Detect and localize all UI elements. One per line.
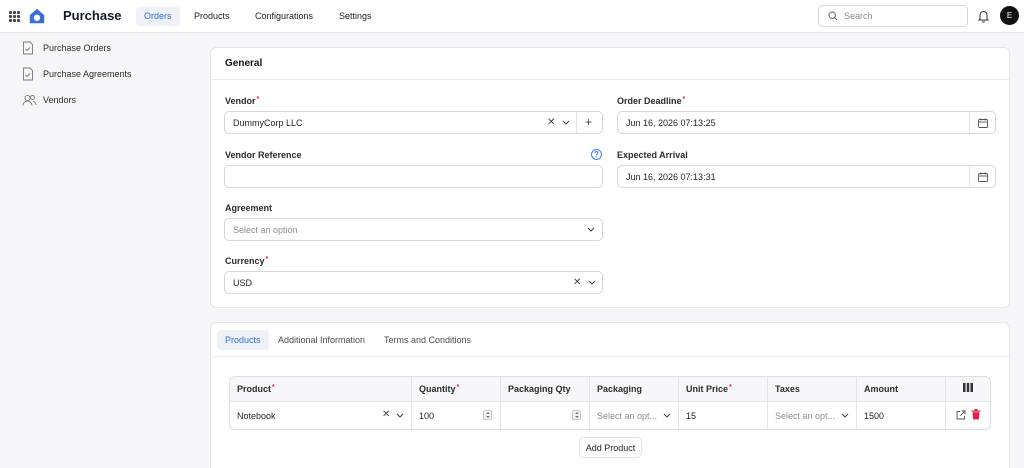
search-box: [818, 5, 968, 27]
column-header-packaging-qty: Packaging Qty: [501, 377, 590, 402]
sidebar-item-label: Purchase Orders: [43, 43, 112, 53]
clear-icon[interactable]: ✕: [382, 409, 390, 420]
agreement-label: Agreement: [225, 203, 273, 213]
agreement-placeholder: Select an option: [233, 225, 298, 235]
nav-configurations[interactable]: Configurations: [247, 7, 321, 26]
cell-quantity[interactable]: 100: [412, 402, 501, 429]
chevron-down-icon[interactable]: [588, 280, 596, 285]
document-icon: [23, 41, 33, 55]
column-header-packaging: Packaging: [590, 377, 679, 402]
help-icon[interactable]: ?: [591, 149, 602, 160]
cell-taxes[interactable]: Select an opt...: [768, 402, 857, 429]
cell-packaging-qty[interactable]: [501, 402, 590, 429]
expected-arrival-value: Jun 16, 2026 07:13:31: [626, 172, 716, 182]
vendor-select[interactable]: DummyCorp LLC ✕ +: [224, 111, 603, 134]
divider: [969, 112, 970, 133]
tab-terms-and-conditions[interactable]: Terms and Conditions: [376, 330, 479, 350]
currency-label: Currency*: [225, 256, 269, 266]
chevron-down-icon[interactable]: [396, 413, 404, 418]
cell-unit-price[interactable]: 15: [679, 402, 768, 429]
cell-packaging[interactable]: Select an opt...: [590, 402, 679, 429]
product-value: Notebook: [237, 411, 276, 421]
vendor-value: DummyCorp LLC: [233, 118, 303, 128]
general-title: General: [225, 58, 263, 69]
chevron-down-icon[interactable]: [663, 413, 671, 418]
search-input[interactable]: [844, 9, 962, 23]
tab-products[interactable]: Products: [217, 330, 269, 350]
currency-select[interactable]: USD ✕: [224, 271, 603, 294]
agreement-select[interactable]: Select an option: [224, 218, 603, 241]
add-vendor-icon[interactable]: +: [585, 115, 592, 129]
nav-products[interactable]: Products: [186, 7, 238, 26]
clear-icon[interactable]: ✕: [547, 117, 555, 128]
column-header-taxes: Taxes: [768, 377, 857, 402]
expected-arrival-label: Expected Arrival: [617, 150, 688, 160]
sidebar-item-label: Purchase Agreements: [43, 69, 132, 79]
document-icon: [23, 67, 33, 81]
packaging-placeholder: Select an opt...: [597, 411, 658, 421]
order-deadline-label: Order Deadline*: [617, 96, 686, 106]
packaging-qty-stepper[interactable]: [572, 410, 581, 420]
column-header-quantity: Quantity*: [412, 377, 501, 402]
chevron-down-icon[interactable]: [562, 120, 570, 125]
currency-value: USD: [233, 278, 253, 288]
nav-settings[interactable]: Settings: [331, 7, 380, 26]
products-table: Product* Quantity* Packaging Qty Packagi…: [229, 376, 991, 430]
tab-additional-information[interactable]: Additional Information: [270, 330, 373, 350]
search-icon: [828, 11, 838, 21]
column-header-unit-price: Unit Price*: [679, 377, 768, 402]
sidebar-item-label: Vendors: [43, 95, 77, 105]
calendar-icon[interactable]: [978, 172, 988, 182]
amount-value: 1500: [864, 411, 885, 421]
users-icon: [22, 94, 37, 106]
vendor-label: Vendor*: [225, 96, 260, 106]
apps-grid-icon[interactable]: [9, 11, 20, 22]
divider: [576, 112, 577, 133]
delete-icon[interactable]: [971, 409, 981, 420]
open-external-icon[interactable]: [956, 410, 966, 420]
column-header-amount: Amount: [857, 377, 946, 402]
divider: [969, 166, 970, 187]
chevron-down-icon[interactable]: [587, 227, 595, 232]
quantity-value: 100: [419, 411, 435, 421]
divider: [211, 356, 1009, 357]
user-avatar[interactable]: E: [1000, 6, 1019, 25]
order-deadline-value: Jun 16, 2026 07:13:25: [626, 118, 716, 128]
add-product-button[interactable]: Add Product: [579, 437, 642, 458]
cell-product[interactable]: Notebook ✕: [230, 402, 412, 429]
clear-icon[interactable]: ✕: [573, 277, 581, 288]
notification-bell-icon[interactable]: [977, 9, 990, 23]
column-header-product: Product*: [230, 377, 412, 402]
nav-orders[interactable]: Orders: [136, 7, 180, 26]
divider: [211, 79, 1009, 80]
column-settings-header: [946, 377, 990, 402]
vendor-reference-input[interactable]: [224, 165, 603, 188]
chevron-down-icon[interactable]: [841, 413, 849, 418]
cell-actions: [946, 402, 990, 429]
unit-price-value: 15: [686, 411, 697, 421]
taxes-placeholder: Select an opt...: [775, 411, 836, 421]
calendar-icon[interactable]: [978, 118, 988, 128]
app-logo-icon: [29, 8, 45, 24]
quantity-stepper[interactable]: [483, 410, 492, 420]
order-deadline-input[interactable]: Jun 16, 2026 07:13:25: [617, 111, 996, 134]
cell-amount: 1500: [857, 402, 946, 429]
top-bar: Purchase Orders Products Configurations …: [0, 0, 1024, 33]
vendor-reference-label: Vendor Reference: [225, 150, 302, 160]
app-title: Purchase: [63, 8, 122, 23]
columns-icon[interactable]: [963, 383, 973, 392]
expected-arrival-input[interactable]: Jun 16, 2026 07:13:31: [617, 165, 996, 188]
